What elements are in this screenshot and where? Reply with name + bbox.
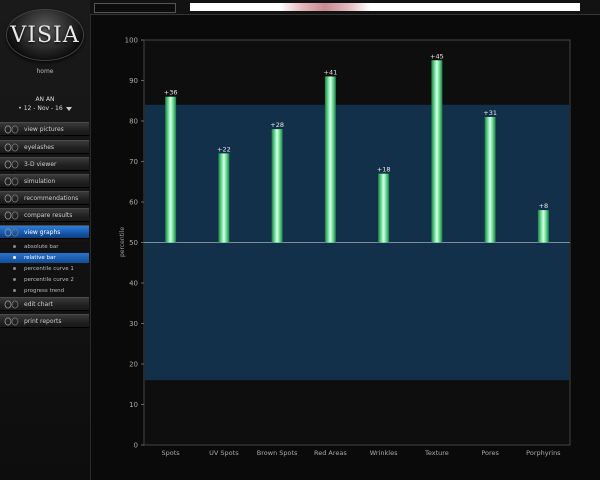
x-category-label: Brown Spots bbox=[257, 449, 298, 457]
graph-option-label: progress trend bbox=[24, 288, 65, 294]
bar-wrinkles[interactable] bbox=[378, 173, 390, 243]
graph-option-label: percentile curve 1 bbox=[24, 266, 74, 272]
nav-button-print-reports[interactable]: print reports bbox=[0, 314, 89, 328]
bar-value-label: +31 bbox=[483, 109, 497, 117]
bullet-icon bbox=[13, 267, 16, 270]
y-tick-label: 30 bbox=[129, 320, 138, 328]
graph-option-label: absolute bar bbox=[24, 244, 59, 250]
bar-spots[interactable] bbox=[165, 96, 177, 243]
bullet-icon bbox=[13, 289, 16, 292]
nav-button-label: edit chart bbox=[24, 301, 54, 308]
bar-value-label: +18 bbox=[377, 166, 391, 174]
nav-button-label: view graphs bbox=[24, 229, 61, 236]
graph-option-relative-bar[interactable]: relative bar bbox=[0, 253, 89, 263]
nav-button-label: compare results bbox=[24, 212, 73, 219]
nav-button-label: eyelashes bbox=[24, 144, 55, 151]
y-tick-label: 0 bbox=[134, 442, 138, 450]
y-tick-label: 40 bbox=[129, 280, 138, 288]
face-image-preview bbox=[280, 3, 370, 11]
bar-uv-spots[interactable] bbox=[218, 153, 230, 243]
nav-button-label: recommendations bbox=[24, 195, 79, 202]
bar-value-label: +28 bbox=[270, 121, 284, 129]
y-tick-label: 90 bbox=[129, 77, 138, 85]
bar-brown-spots[interactable] bbox=[271, 129, 283, 243]
y-tick-label: 80 bbox=[129, 118, 138, 126]
patient-name: AN AN bbox=[35, 96, 55, 103]
y-axis-label: percentile bbox=[119, 227, 126, 257]
nav-button-compare-results[interactable]: compare results bbox=[0, 208, 89, 222]
home-link[interactable]: home bbox=[0, 68, 90, 75]
chevron-down-icon bbox=[65, 106, 72, 111]
graph-option-label: relative bar bbox=[24, 255, 56, 261]
bar-value-label: +22 bbox=[217, 145, 231, 153]
relative-bar-chart: 0 10 20 30 40 50 60 70 80 90 100 +36 Spots +22 UV Spo… bbox=[119, 37, 571, 457]
bar-value-label: +36 bbox=[164, 89, 178, 97]
y-tick-label: 20 bbox=[129, 361, 138, 369]
bar-porphyrins[interactable] bbox=[537, 210, 549, 243]
bar-value-label: +45 bbox=[430, 52, 444, 60]
graph-option-progress-trend[interactable]: progress trend bbox=[0, 286, 89, 296]
x-category-label: Pores bbox=[481, 449, 499, 457]
nav-button-label: view pictures bbox=[24, 126, 64, 133]
nav-button-label: print reports bbox=[24, 318, 62, 325]
bar-red-areas[interactable] bbox=[324, 76, 336, 243]
logo-text: VISIA bbox=[10, 22, 80, 48]
top-strip bbox=[90, 0, 600, 15]
image-preview-strip[interactable] bbox=[190, 3, 580, 11]
graph-option-percentile-curve-1[interactable]: percentile curve 1 bbox=[0, 264, 89, 274]
bullet-icon bbox=[13, 245, 16, 248]
y-tick-label: 10 bbox=[129, 401, 138, 409]
nav-button-3-d-viewer[interactable]: 3-D viewer bbox=[0, 157, 89, 171]
y-tick-label: 60 bbox=[129, 199, 138, 207]
x-category-label: Porphyrins bbox=[526, 449, 561, 457]
nav-button-view-pictures[interactable]: view pictures bbox=[0, 122, 89, 136]
visit-date-select[interactable]: • 12 - Nov - 16 bbox=[0, 105, 90, 112]
y-tick-label: 70 bbox=[129, 158, 138, 166]
bar-value-label: +8 bbox=[539, 202, 549, 210]
thumbnail-slot[interactable] bbox=[94, 3, 176, 13]
nav-button-eyelashes[interactable]: eyelashes bbox=[0, 140, 89, 154]
nav-button-edit-chart[interactable]: edit chart bbox=[0, 297, 89, 311]
x-category-label: Texture bbox=[424, 449, 449, 457]
x-category-label: Wrinkles bbox=[370, 449, 398, 457]
nav-button-label: simulation bbox=[24, 178, 56, 185]
bullet-icon bbox=[13, 256, 16, 259]
x-category-label: Red Areas bbox=[314, 449, 347, 457]
nav-button-label: 3-D viewer bbox=[24, 161, 57, 168]
bar-pores[interactable] bbox=[484, 116, 496, 243]
visia-logo[interactable]: VISIA bbox=[7, 10, 83, 60]
graph-option-percentile-curve-2[interactable]: percentile curve 2 bbox=[0, 275, 89, 285]
sidebar: VISIA home AN AN • 12 - Nov - 16 view pi… bbox=[0, 0, 91, 480]
visit-date-value: • 12 - Nov - 16 bbox=[18, 105, 63, 112]
x-category-label: Spots bbox=[162, 449, 181, 457]
nav-button-view-graphs[interactable]: view graphs bbox=[0, 225, 89, 239]
x-category-label: UV Spots bbox=[209, 449, 239, 457]
bar-texture[interactable] bbox=[431, 60, 443, 243]
nav-button-recommendations[interactable]: recommendations bbox=[0, 191, 89, 205]
nav-button-simulation[interactable]: simulation bbox=[0, 174, 89, 188]
bar-value-label: +41 bbox=[324, 68, 338, 76]
y-tick-label: 50 bbox=[129, 239, 138, 247]
graph-option-absolute-bar[interactable]: absolute bar bbox=[0, 242, 89, 252]
graph-option-label: percentile curve 2 bbox=[24, 277, 74, 283]
y-tick-label: 100 bbox=[125, 37, 138, 45]
bullet-icon bbox=[13, 278, 16, 281]
